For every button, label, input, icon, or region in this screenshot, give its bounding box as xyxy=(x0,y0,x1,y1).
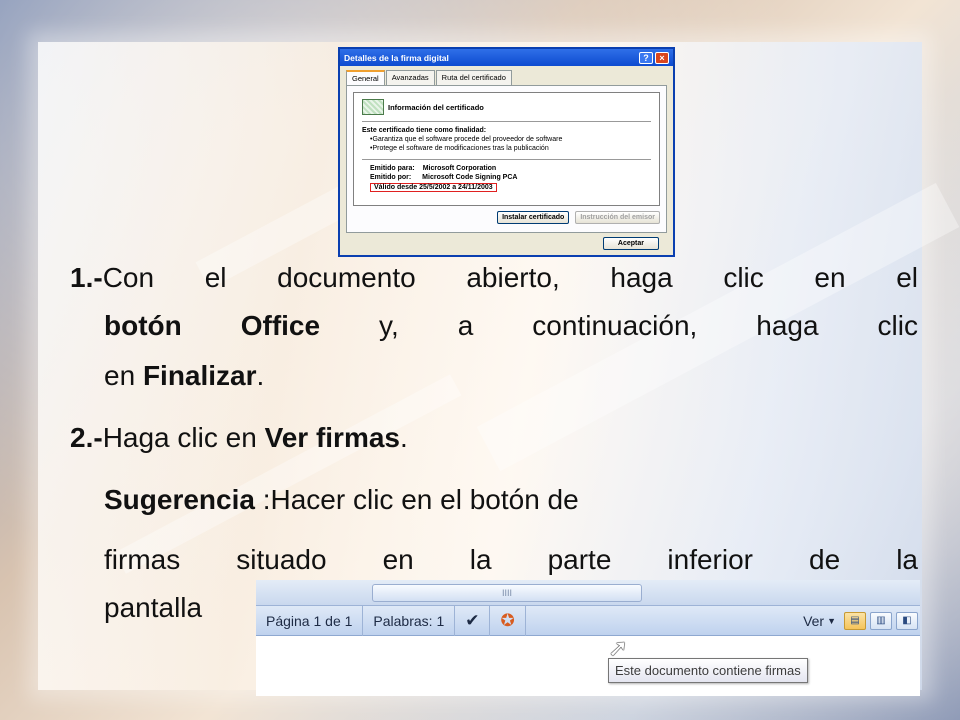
view-label: Ver xyxy=(803,612,825,629)
validity-period: Válido desde 25/5/2002 a 24/11/2003 xyxy=(370,183,497,192)
step-1-text: y, a continuación, haga clic xyxy=(320,310,918,341)
certificate-dialog: Detalles de la firma digital ? × General… xyxy=(338,47,675,257)
step-1-text: Con el documento abierto, haga clic en e… xyxy=(102,262,918,293)
purpose-heading: Este certificado tiene como finalidad: xyxy=(362,127,487,134)
view-menu[interactable]: Ver ▼ xyxy=(797,613,842,629)
tip-line-1: Sugerencia :Hacer clic en el botón de xyxy=(70,484,918,516)
issued-by-value: Microsoft Code Signing PCA xyxy=(422,174,518,181)
page-count[interactable]: Página 1 de 1 xyxy=(256,605,364,636)
signatures-tooltip: Este documento contiene firmas xyxy=(608,658,808,683)
word-count[interactable]: Palabras: 1 xyxy=(363,605,456,636)
dialog-title: Detalles de la firma digital xyxy=(344,52,449,63)
issued-to-label: Emitido para: xyxy=(370,165,415,172)
step-1-line-2: botón Office y, a continuación, haga cli… xyxy=(70,310,918,342)
tip-text: :Hacer clic en el botón de xyxy=(254,484,579,515)
word-statusbar-screenshot: IIII Página 1 de 1 Palabras: 1 ✔ ✪ Ver ▼… xyxy=(256,580,920,696)
print-layout-view-icon[interactable]: ▤ xyxy=(844,611,866,630)
proofing-check-icon[interactable]: ✔ xyxy=(455,605,491,636)
issued-by-label: Emitido por: xyxy=(370,174,412,181)
step-1-text: en xyxy=(104,360,143,391)
punctuation: . xyxy=(399,422,408,453)
certificate-info-box: Información del certificado Este certifi… xyxy=(353,92,660,206)
cert-info-title: Información del certificado xyxy=(388,102,484,112)
certificate-icon xyxy=(362,99,384,115)
install-certificate-button[interactable]: Instalar certificado xyxy=(497,211,570,224)
web-layout-view-icon[interactable]: ◧ xyxy=(896,611,918,630)
status-bar: Página 1 de 1 Palabras: 1 ✔ ✪ Ver ▼ ▤ ▥ … xyxy=(256,605,920,636)
step-2-number: 2.- xyxy=(70,422,103,453)
office-button-term: botón Office xyxy=(104,310,321,341)
chevron-down-icon: ▼ xyxy=(827,615,836,626)
step-1-line-1: 1.-Con el documento abierto, haga clic e… xyxy=(70,262,918,294)
finalize-term: Finalizar xyxy=(142,360,257,391)
reading-view-icon[interactable]: ▥ xyxy=(870,611,892,630)
tip-label: Sugerencia xyxy=(104,484,255,515)
tab-general[interactable]: General xyxy=(346,70,385,85)
purpose-item: •Protege el software de modificaciones t… xyxy=(370,145,549,152)
step-2-text: Haga clic en xyxy=(102,422,265,453)
ok-button[interactable]: Aceptar xyxy=(602,237,659,250)
scrollbar-thumb[interactable]: IIII xyxy=(372,584,642,602)
step-2: 2.-Haga clic en Ver firmas. xyxy=(70,422,918,454)
issued-to-value: Microsoft Corporation xyxy=(422,165,497,172)
issuer-statement-button[interactable]: Instrucción del emisor xyxy=(575,211,660,224)
signatures-icon[interactable]: ✪ xyxy=(490,605,526,636)
tip-line-2: firmas situado en la parte inferior de l… xyxy=(104,544,918,575)
help-button[interactable]: ? xyxy=(639,51,653,64)
tab-cert-path[interactable]: Ruta del certificado xyxy=(435,70,512,85)
step-1-line-3: en Finalizar. xyxy=(70,360,918,392)
view-signatures-term: Ver firmas xyxy=(264,422,400,453)
dialog-titlebar: Detalles de la firma digital ? × xyxy=(340,49,673,66)
horizontal-scrollbar[interactable]: IIII xyxy=(256,580,920,606)
purpose-item: •Garantiza que el software procede del p… xyxy=(370,136,563,143)
tab-panel-general: Información del certificado Este certifi… xyxy=(346,85,667,233)
punctuation: . xyxy=(256,360,265,391)
tab-advanced[interactable]: Avanzadas xyxy=(385,70,435,85)
step-1-number: 1.- xyxy=(70,262,103,293)
close-button[interactable]: × xyxy=(655,51,669,64)
dialog-tabs: General Avanzadas Ruta del certificado xyxy=(340,66,673,85)
